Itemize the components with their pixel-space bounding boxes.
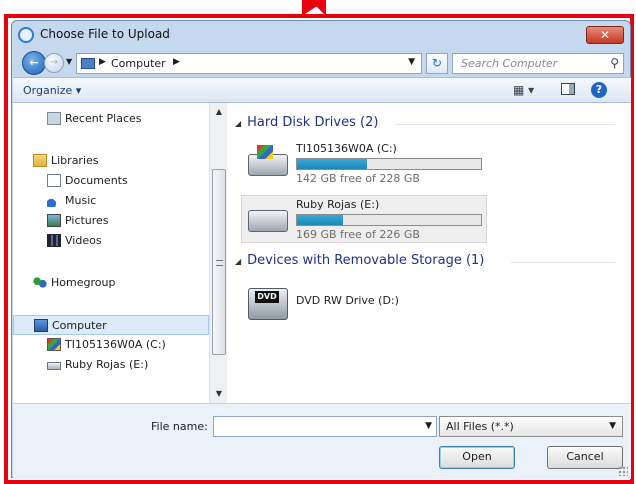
nav-item-recent-places[interactable]: Recent Places — [13, 109, 209, 129]
computer-icon — [34, 319, 48, 332]
help-icon[interactable]: ? — [591, 82, 607, 98]
file-pane: ◢ Hard Disk Drives (2) TI105136W0A (C:) 1… — [227, 103, 631, 403]
bottom-panel: File name: ▼ All Files (*.*) ▼ Open Canc… — [13, 403, 631, 479]
drive-c-icon — [47, 338, 61, 351]
nav-item-videos[interactable]: Videos — [13, 231, 209, 251]
drive-tile-dvd[interactable]: DVD DVD RW Drive (D:) — [241, 279, 487, 327]
chevron-down-icon[interactable]: ▼ — [425, 421, 432, 431]
change-view-icon[interactable]: ▦ ▾ — [513, 83, 534, 97]
nav-item-drive-c[interactable]: TI105136W0A (C:) — [13, 335, 209, 355]
libraries-icon — [33, 154, 47, 167]
file-type-select[interactable]: All Files (*.*) ▼ — [439, 416, 623, 437]
chevron-right-icon[interactable]: ▶ — [99, 57, 106, 67]
nav-item-label: Libraries — [51, 154, 99, 167]
nav-item-label: Pictures — [65, 214, 109, 227]
navigation-pane: Recent Places Libraries Documents Music … — [13, 103, 227, 403]
group-divider — [511, 262, 615, 263]
nav-item-label: Documents — [65, 174, 128, 187]
group-divider — [395, 124, 615, 125]
dialog-title: Choose File to Upload — [40, 27, 170, 41]
videos-icon — [47, 234, 61, 247]
cancel-button[interactable]: Cancel — [547, 446, 623, 469]
recent-places-icon — [47, 112, 61, 125]
resize-grip-icon[interactable] — [618, 466, 628, 476]
nav-item-drive-e[interactable]: Ruby Rojas (E:) — [13, 355, 209, 375]
scroll-down-arrow-icon[interactable]: ▼ — [210, 389, 228, 398]
homegroup-icon — [33, 276, 47, 289]
nav-item-documents[interactable]: Documents — [13, 171, 209, 191]
search-input[interactable]: Search Computer — [461, 57, 557, 70]
command-bar: Organize ▾ ▦ ▾ ? — [13, 77, 631, 103]
collapse-triangle-icon[interactable]: ◢ — [235, 119, 241, 128]
capacity-fill — [297, 215, 343, 225]
nav-item-homegroup[interactable]: Homegroup — [13, 273, 209, 293]
nav-item-libraries[interactable]: Libraries — [13, 151, 209, 171]
nav-item-label: Homegroup — [51, 276, 116, 289]
back-button[interactable]: ← — [22, 51, 46, 75]
drive-tile-e[interactable]: Ruby Rojas (E:) 169 GB free of 226 GB — [241, 195, 487, 243]
recent-locations-dropdown[interactable]: ▼ — [66, 57, 72, 66]
drive-free-space: 169 GB free of 226 GB — [296, 228, 420, 241]
pictures-icon — [47, 214, 61, 227]
hard-drive-icon — [248, 210, 288, 232]
address-bar: ← → ▼ ▶ Computer ▶ ▼ ↻ Search Computer ⚲ — [18, 49, 626, 77]
preview-pane-icon[interactable] — [561, 83, 575, 95]
content-area: Recent Places Libraries Documents Music … — [13, 103, 631, 403]
drive-tile-c[interactable]: TI105136W0A (C:) 142 GB free of 228 GB — [241, 139, 487, 187]
chevron-down-icon[interactable]: ▼ — [609, 421, 616, 431]
file-name-label: File name: — [151, 420, 208, 433]
nav-scrollbar[interactable]: ▲ ▼ — [209, 103, 227, 403]
address-box[interactable]: ▶ Computer ▶ ▼ — [76, 53, 422, 74]
scroll-up-arrow-icon[interactable]: ▲ — [210, 107, 228, 116]
capacity-bar — [296, 158, 482, 170]
close-button[interactable]: ✕ — [586, 26, 624, 44]
scroll-thumb[interactable] — [212, 169, 226, 355]
dvd-badge: DVD — [255, 291, 279, 303]
dvd-drive-icon: DVD — [248, 288, 288, 320]
browser-icon — [18, 27, 34, 43]
collapse-triangle-icon[interactable]: ◢ — [235, 257, 241, 266]
drive-name: Ruby Rojas (E:) — [296, 198, 380, 211]
drive-name: TI105136W0A (C:) — [296, 142, 397, 155]
open-button[interactable]: Open — [439, 446, 515, 469]
computer-icon — [81, 58, 95, 69]
file-upload-dialog: Choose File to Upload ✕ ← → ▼ ▶ Computer… — [11, 20, 631, 479]
capacity-bar — [296, 214, 482, 226]
nav-item-label: Videos — [65, 234, 102, 247]
drive-free-space: 142 GB free of 228 GB — [296, 172, 420, 185]
drive-name: DVD RW Drive (D:) — [296, 294, 399, 307]
capacity-fill — [297, 159, 367, 169]
music-icon — [47, 194, 61, 207]
grip-icon — [216, 260, 223, 266]
file-name-input[interactable]: ▼ — [213, 416, 437, 437]
nav-item-pictures[interactable]: Pictures — [13, 211, 209, 231]
chevron-down-icon[interactable]: ▼ — [408, 57, 415, 67]
group-header-hard-disks[interactable]: ◢ Hard Disk Drives (2) — [235, 115, 378, 133]
nav-item-computer[interactable]: Computer — [13, 315, 209, 335]
search-icon[interactable]: ⚲ — [610, 56, 619, 70]
nav-item-music[interactable]: Music — [13, 191, 209, 211]
chevron-right-icon[interactable]: ▶ — [173, 57, 180, 67]
breadcrumb-computer[interactable]: Computer — [111, 57, 166, 70]
windows-drive-icon — [248, 145, 288, 176]
title-bar[interactable]: Choose File to Upload ✕ — [12, 21, 630, 49]
forward-button[interactable]: → — [44, 53, 64, 73]
nav-item-label: TI105136W0A (C:) — [65, 338, 166, 351]
organize-button[interactable]: Organize ▾ — [23, 84, 81, 97]
nav-item-label: Music — [65, 194, 97, 207]
documents-icon — [47, 174, 61, 187]
nav-item-label: Recent Places — [65, 112, 142, 125]
search-box[interactable]: Search Computer ⚲ — [452, 53, 624, 74]
drive-e-icon — [47, 362, 61, 370]
nav-item-label: Computer — [52, 319, 107, 332]
nav-item-label: Ruby Rojas (E:) — [65, 358, 149, 371]
refresh-button[interactable]: ↻ — [426, 53, 448, 74]
group-header-removable[interactable]: ◢ Devices with Removable Storage (1) — [235, 253, 484, 271]
file-type-value: All Files (*.*) — [446, 420, 514, 433]
